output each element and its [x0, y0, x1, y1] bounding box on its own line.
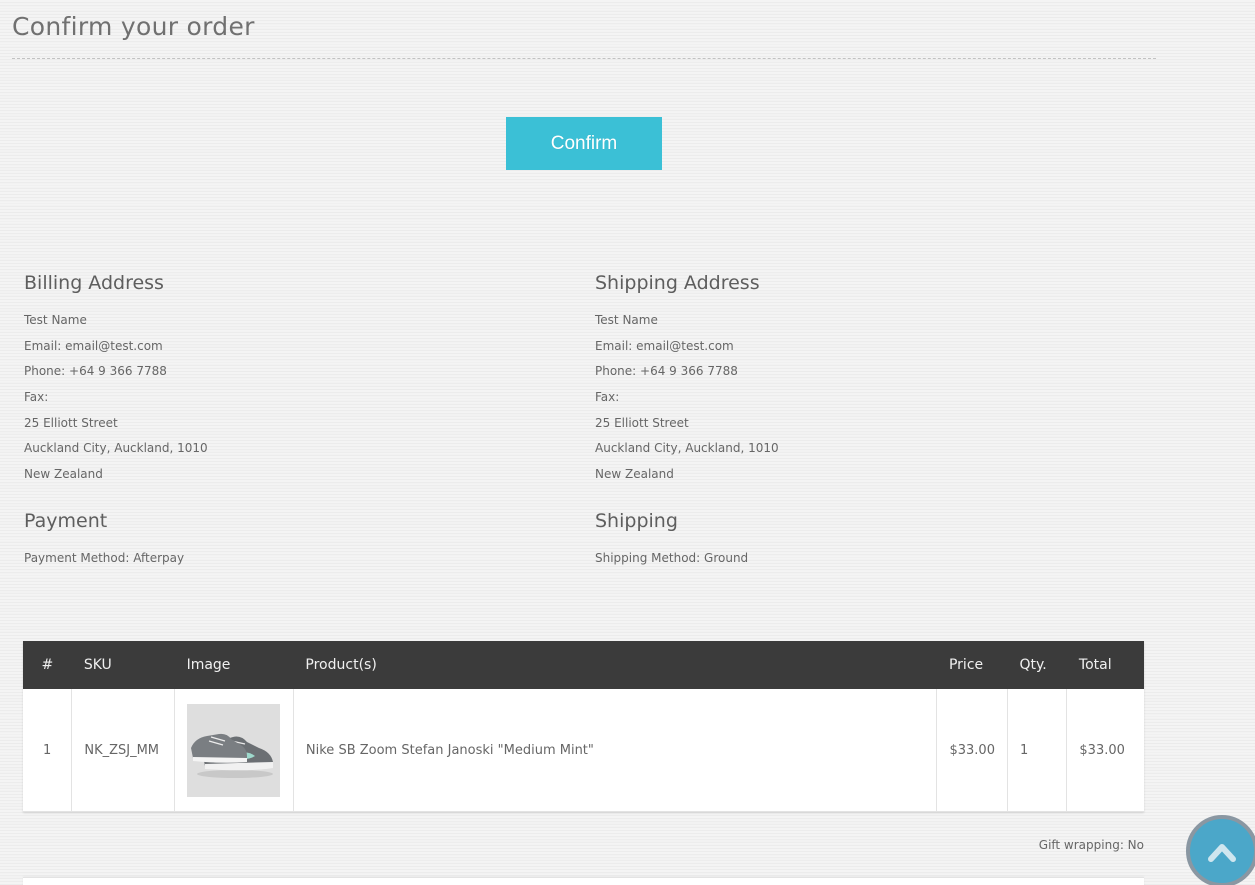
- shipping-phone: Phone: +64 9 366 7788: [595, 364, 738, 379]
- header-price: Price: [936, 641, 1008, 689]
- row-number: 1: [23, 689, 73, 812]
- billing-email: Email: email@test.com: [24, 338, 163, 353]
- chevron-up-icon: [1208, 844, 1236, 862]
- row-sku: NK_ZSJ_MM: [71, 689, 176, 812]
- row-image-cell: [174, 689, 294, 812]
- billing-address-heading: Billing Address: [24, 272, 164, 294]
- payment-method: Payment Method: Afterpay: [24, 551, 185, 565]
- billing-name: Test Name: [24, 313, 87, 327]
- header-sku: SKU: [71, 641, 175, 689]
- row-qty: 1: [1007, 689, 1068, 812]
- billing-address-section: Billing Address Test Name Email: email@t…: [24, 270, 544, 488]
- shipping-street: 25 Elliott Street: [595, 415, 689, 430]
- confirm-button[interactable]: Confirm: [506, 117, 662, 170]
- shipping-address-section: Shipping Address Test Name Email: email@…: [595, 270, 1115, 488]
- shipping-method-section: Shipping Shipping Method: Ground: [595, 508, 1115, 572]
- sneaker-image[interactable]: [187, 703, 281, 797]
- table-header-row: # SKU Image Product(s) Price Qty. Total: [23, 641, 1144, 689]
- billing-city: Auckland City, Auckland, 1010: [24, 441, 208, 456]
- order-totals-panel: [23, 877, 1144, 885]
- shipping-address-heading: Shipping Address: [595, 272, 760, 294]
- row-product-name: Nike SB Zoom Stefan Janoski "Medium Mint…: [293, 689, 938, 812]
- scroll-to-top-button[interactable]: [1186, 815, 1255, 885]
- shipping-email: Email: email@test.com: [595, 338, 734, 353]
- header-total: Total: [1066, 641, 1144, 689]
- billing-fax: Fax:: [24, 390, 49, 405]
- order-items-table: # SKU Image Product(s) Price Qty. Total …: [23, 641, 1144, 812]
- shipping-fax: Fax:: [595, 390, 620, 405]
- row-price: $33.00: [936, 689, 1008, 812]
- header-product: Product(s): [293, 641, 937, 689]
- page-title: Confirm your order: [12, 12, 255, 41]
- header-number: #: [23, 641, 72, 689]
- shipping-heading: Shipping: [595, 510, 678, 532]
- billing-country: New Zealand: [24, 467, 103, 482]
- shipping-city: Auckland City, Auckland, 1010: [595, 441, 779, 456]
- table-row: 1 NK_ZSJ_MM Nike SB Zoom Stefan Janoski …: [23, 689, 1144, 812]
- billing-street: 25 Elliott Street: [24, 415, 118, 430]
- billing-phone: Phone: +64 9 366 7788: [24, 364, 167, 379]
- shipping-method: Shipping Method: Ground: [595, 551, 749, 565]
- header-image: Image: [174, 641, 294, 689]
- shipping-country: New Zealand: [595, 467, 674, 482]
- header-qty: Qty.: [1007, 641, 1067, 689]
- gift-wrapping-status: Gift wrapping: No: [1038, 838, 1144, 852]
- payment-heading: Payment: [24, 510, 108, 532]
- sneaker-icon: [187, 703, 281, 797]
- title-divider: [12, 58, 1156, 59]
- shipping-name: Test Name: [595, 313, 658, 327]
- payment-section: Payment Payment Method: Afterpay: [24, 508, 544, 572]
- row-total: $33.00: [1066, 689, 1144, 812]
